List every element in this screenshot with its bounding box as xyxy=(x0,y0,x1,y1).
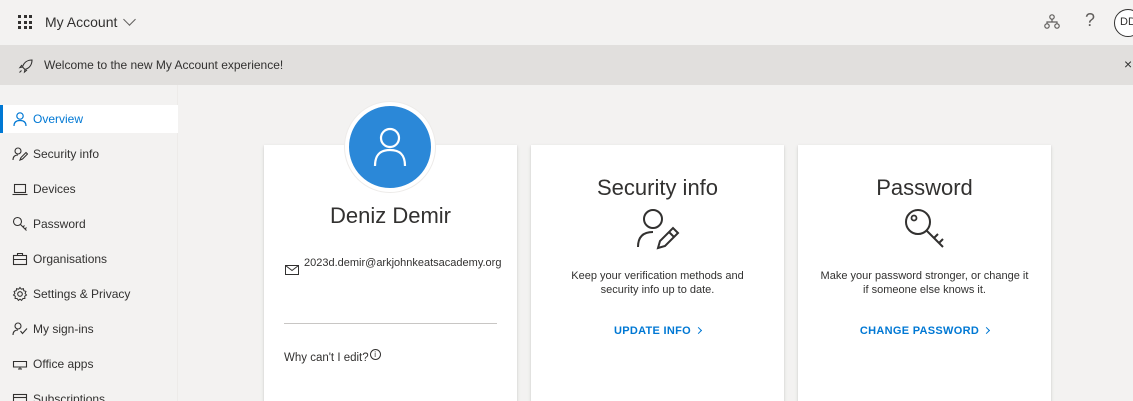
banner-text: Welcome to the new My Account experience… xyxy=(44,58,284,72)
person-icon xyxy=(13,112,27,127)
info-icon: i xyxy=(369,349,381,360)
card-description: Make your password stronger, or change i… xyxy=(820,270,1029,296)
sidebar-item-label: Settings & Privacy xyxy=(33,287,131,301)
sidebar-item-organisations[interactable]: Organisations xyxy=(0,245,178,273)
key-icon xyxy=(905,209,944,248)
close-icon[interactable]: × xyxy=(1124,56,1132,72)
change-password-label: CHANGE PASSWORD xyxy=(859,325,980,337)
profile-name: Deniz Demir xyxy=(329,203,452,228)
divider xyxy=(284,323,497,324)
sidebar-item-label: Subscriptions xyxy=(33,392,106,401)
change-password-link[interactable]: CHANGE PASSWORD xyxy=(798,325,1051,337)
account-avatar[interactable]: DD xyxy=(1114,9,1133,37)
security-info-icon xyxy=(12,147,28,161)
top-bar: My Account ? DD xyxy=(0,0,1133,45)
sidebar: Overview Security info Devices Password … xyxy=(0,85,178,401)
sidebar-item-office-apps[interactable]: Office apps xyxy=(0,350,178,378)
sidebar-item-password[interactable]: Password xyxy=(0,210,178,238)
why-cant-i-edit-label: Why can't I edit? xyxy=(284,352,369,364)
sidebar-item-label: Security info xyxy=(33,147,100,161)
profile-avatar xyxy=(345,102,435,192)
gear-icon xyxy=(12,286,28,302)
why-cant-i-edit-link[interactable]: Why can't I edit? i xyxy=(284,349,381,364)
sidebar-item-label: Devices xyxy=(33,182,76,196)
security-info-icon xyxy=(637,209,680,250)
subscriptions-icon xyxy=(12,393,28,401)
sidebar-item-subscriptions[interactable]: Subscriptions xyxy=(0,385,178,401)
card-description: Keep your verification methods and secur… xyxy=(571,270,744,296)
sidebar-item-label: Overview xyxy=(33,112,84,126)
app-launcher-icon[interactable] xyxy=(18,15,32,29)
person-icon xyxy=(373,127,407,167)
sidebar-item-label: Organisations xyxy=(33,252,108,266)
chevron-right-icon xyxy=(983,326,991,335)
organization-icon[interactable] xyxy=(1043,13,1061,31)
sidebar-item-label: Office apps xyxy=(33,357,94,371)
password-card: Password Make your password stronger, or… xyxy=(798,145,1051,401)
main-content: 2023d.demir@arkjohnkeatsacademy.org Why … xyxy=(179,85,1133,401)
sidebar-item-my-sign-ins[interactable]: My sign-ins xyxy=(0,315,178,343)
laptop-icon xyxy=(12,183,28,196)
card-title: Security info xyxy=(596,175,719,200)
mail-icon xyxy=(285,265,299,275)
update-info-label: UPDATE INFO xyxy=(613,325,692,337)
sidebar-item-label: My sign-ins xyxy=(33,322,94,336)
rocket-icon xyxy=(18,59,33,74)
briefcase-icon xyxy=(12,252,28,266)
sidebar-item-overview[interactable]: Overview xyxy=(0,105,178,133)
app-title: My Account xyxy=(45,14,118,30)
security-info-card: Security info Keep your verification met… xyxy=(531,145,784,401)
chevron-right-icon xyxy=(694,326,703,335)
key-icon xyxy=(12,216,27,231)
sidebar-item-settings-privacy[interactable]: Settings & Privacy xyxy=(0,280,178,308)
welcome-banner: Welcome to the new My Account experience… xyxy=(0,45,1133,85)
help-icon[interactable]: ? xyxy=(1085,10,1095,31)
app-title-menu[interactable]: My Account xyxy=(45,13,137,30)
sidebar-item-security-info[interactable]: Security info xyxy=(0,140,178,168)
sidebar-item-devices[interactable]: Devices xyxy=(0,175,178,203)
office-apps-icon xyxy=(12,360,28,370)
card-title: Password xyxy=(876,175,973,200)
profile-email: 2023d.demir@arkjohnkeatsacademy.org xyxy=(304,257,502,269)
sidebar-item-label: Password xyxy=(33,217,86,231)
update-info-link[interactable]: UPDATE INFO xyxy=(531,325,784,337)
sign-ins-icon xyxy=(12,322,28,336)
chevron-down-icon xyxy=(123,13,137,26)
